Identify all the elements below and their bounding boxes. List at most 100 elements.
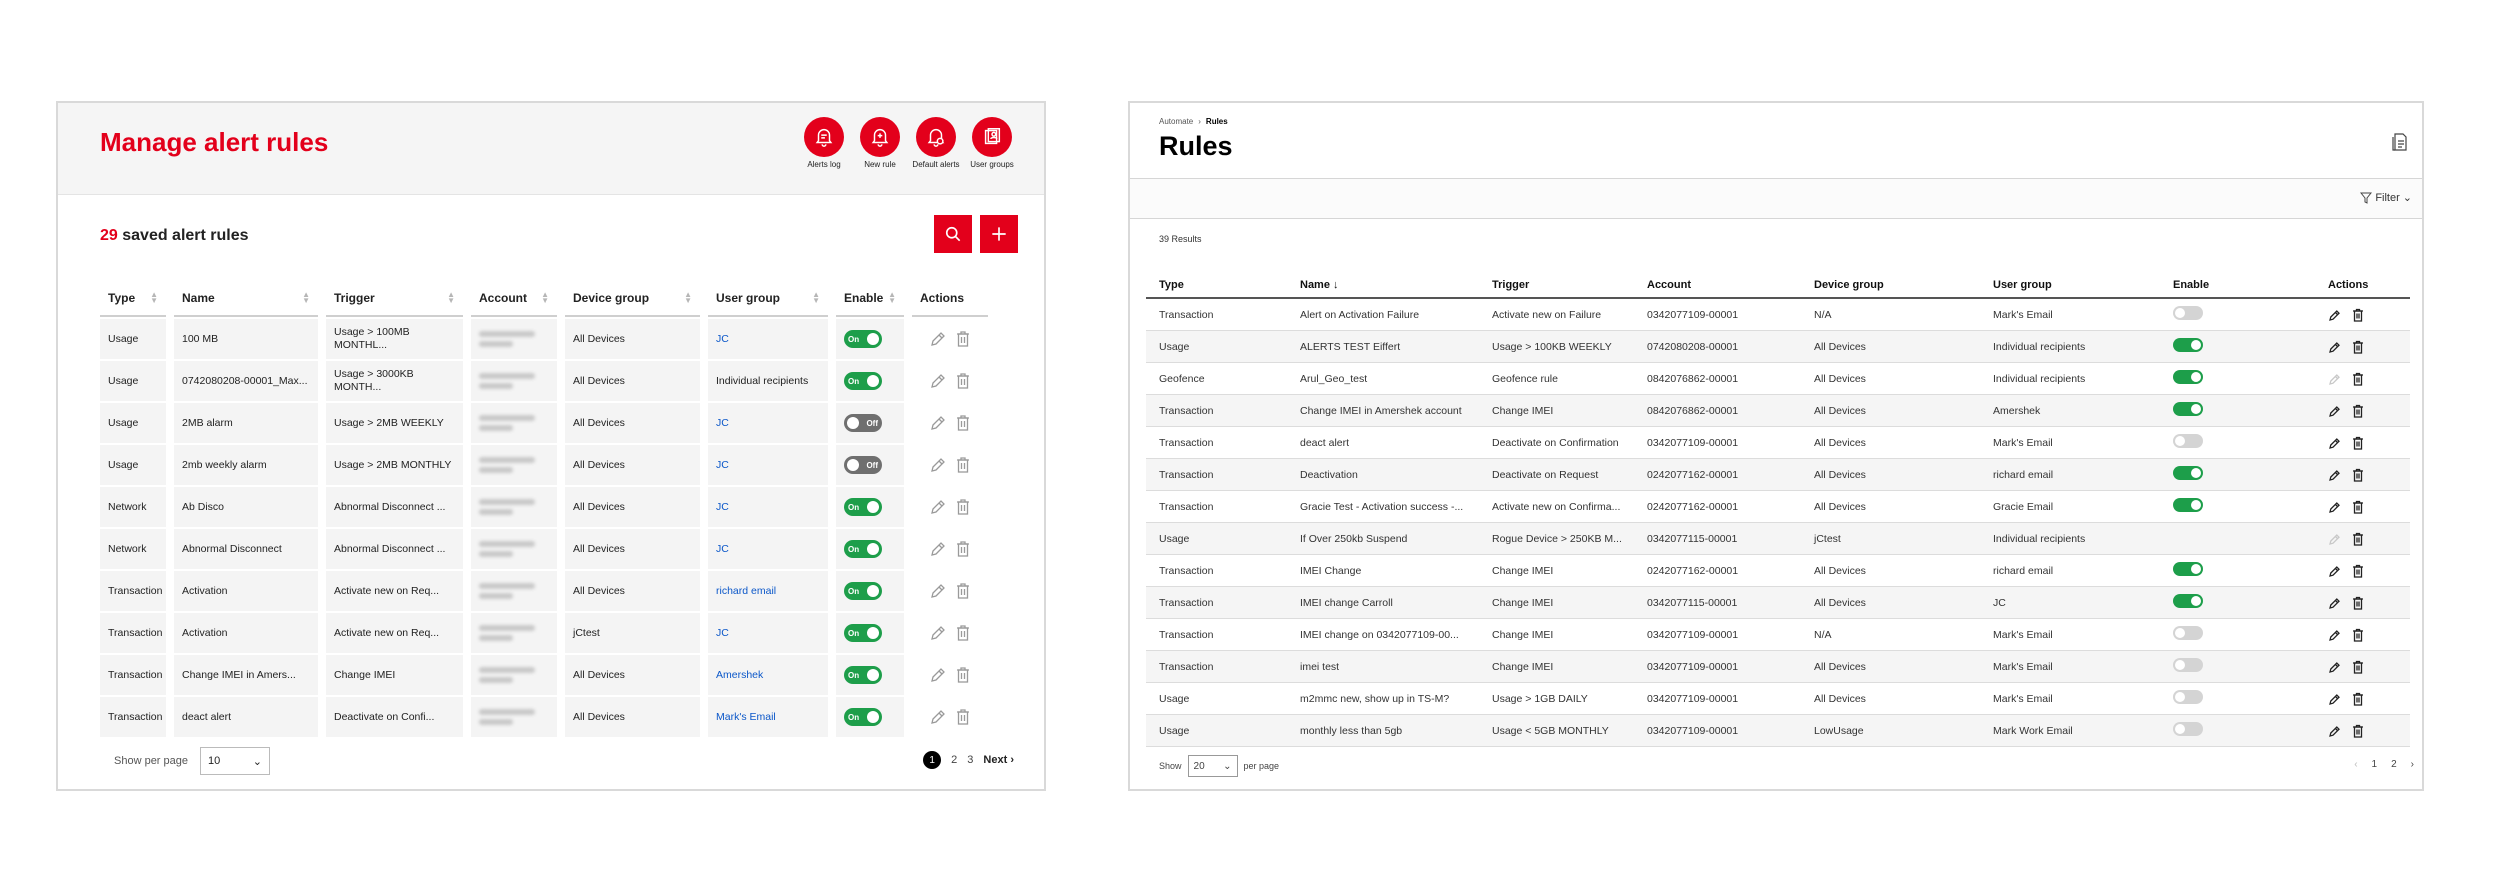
- user-group-link[interactable]: richard email: [716, 585, 776, 598]
- trash-icon[interactable]: [955, 708, 971, 726]
- default-alerts-button[interactable]: Default alerts: [908, 117, 964, 169]
- trash-icon[interactable]: [2352, 628, 2364, 642]
- column-header-name[interactable]: Name ▲ ▼: [174, 281, 318, 317]
- edit-icon[interactable]: [929, 624, 945, 642]
- document-icon[interactable]: [2392, 133, 2408, 151]
- page-1-button[interactable]: 1: [2372, 759, 2378, 770]
- trash-icon[interactable]: [2352, 500, 2364, 514]
- column-header-name[interactable]: Name ↓: [1287, 279, 1479, 291]
- enable-toggle[interactable]: On: [844, 582, 882, 600]
- table-row[interactable]: Geofence Arul_Geo_test Geofence rule 084207…: [1146, 363, 2410, 395]
- enable-toggle[interactable]: On: [844, 624, 882, 642]
- table-row[interactable]: Usage m2mmc new, show up in TS-M? Usage > …: [1146, 683, 2410, 715]
- enable-toggle[interactable]: On: [844, 708, 882, 726]
- enable-toggle[interactable]: [2173, 370, 2203, 384]
- column-header-enable[interactable]: Enable: [2160, 279, 2315, 291]
- column-header-user-group[interactable]: User group: [1980, 279, 2160, 291]
- enable-toggle[interactable]: [2173, 562, 2203, 576]
- edit-icon[interactable]: [2328, 468, 2340, 482]
- alerts-log-button[interactable]: Alerts log: [796, 117, 852, 169]
- table-row[interactable]: Transaction Deactivation Deactivate on Req…: [1146, 459, 2410, 491]
- trash-icon[interactable]: [955, 456, 971, 474]
- trash-icon[interactable]: [955, 414, 971, 432]
- edit-icon[interactable]: [929, 456, 945, 474]
- trash-icon[interactable]: [2352, 532, 2364, 546]
- trash-icon[interactable]: [2352, 724, 2364, 738]
- edit-icon[interactable]: [2328, 724, 2340, 738]
- table-row[interactable]: Transaction IMEI change Carroll Change IME…: [1146, 587, 2410, 619]
- table-row[interactable]: Usage ALERTS TEST Eiffert Usage > 100KB WE…: [1146, 331, 2410, 363]
- edit-icon[interactable]: [929, 666, 945, 684]
- page-2-button[interactable]: 2: [2391, 759, 2397, 770]
- enable-toggle[interactable]: [2173, 402, 2203, 416]
- enable-toggle[interactable]: [2173, 626, 2203, 640]
- add-rule-button[interactable]: [980, 215, 1018, 253]
- user-group-link[interactable]: JC: [716, 459, 729, 472]
- enable-toggle[interactable]: [2173, 722, 2203, 736]
- enable-toggle[interactable]: [2173, 690, 2203, 704]
- trash-icon[interactable]: [2352, 596, 2364, 610]
- edit-icon[interactable]: [2328, 660, 2340, 674]
- trash-icon[interactable]: [955, 624, 971, 642]
- new-rule-button[interactable]: New rule: [852, 117, 908, 169]
- enable-toggle[interactable]: On: [844, 540, 882, 558]
- breadcrumb-automate[interactable]: Automate: [1159, 117, 1193, 126]
- column-header-type[interactable]: Type: [1146, 279, 1287, 291]
- user-group-link[interactable]: JC: [716, 417, 729, 430]
- next-page-button[interactable]: ›: [2411, 759, 2414, 770]
- trash-icon[interactable]: [2352, 372, 2364, 386]
- edit-icon[interactable]: [929, 708, 945, 726]
- user-group-link[interactable]: JC: [716, 627, 729, 640]
- trash-icon[interactable]: [955, 582, 971, 600]
- user-group-link[interactable]: Amershek: [716, 669, 763, 682]
- enable-toggle[interactable]: [2173, 594, 2203, 608]
- page-1-button[interactable]: 1: [923, 751, 942, 769]
- page-3-button[interactable]: 3: [967, 754, 973, 766]
- user-group-link[interactable]: JC: [716, 543, 729, 556]
- enable-toggle[interactable]: On: [844, 666, 882, 684]
- edit-icon[interactable]: [929, 582, 945, 600]
- edit-icon[interactable]: [2328, 404, 2340, 418]
- per-page-select[interactable]: 20 ⌄: [1187, 755, 1238, 777]
- table-row[interactable]: Transaction Alert on Activation Failure Ac…: [1146, 299, 2410, 331]
- per-page-select[interactable]: 10 ⌄: [200, 747, 270, 775]
- table-row[interactable]: Transaction Change IMEI in Amershek accou…: [1146, 395, 2410, 427]
- table-row[interactable]: Transaction IMEI change on 0342077109-00.…: [1146, 619, 2410, 651]
- user-group-link[interactable]: Mark's Email: [716, 711, 776, 724]
- enable-toggle[interactable]: Off: [844, 414, 882, 432]
- enable-toggle[interactable]: [2173, 338, 2203, 352]
- trash-icon[interactable]: [2352, 404, 2364, 418]
- table-row[interactable]: Usage If Over 250kb Suspend Rogue Device >…: [1146, 523, 2410, 555]
- enable-toggle[interactable]: [2173, 498, 2203, 512]
- search-button[interactable]: [934, 215, 972, 253]
- trash-icon[interactable]: [2352, 340, 2364, 354]
- table-row[interactable]: Transaction imei test Change IMEI 034207710…: [1146, 651, 2410, 683]
- edit-icon[interactable]: [2328, 500, 2340, 514]
- enable-toggle[interactable]: [2173, 658, 2203, 672]
- edit-icon[interactable]: [929, 540, 945, 558]
- column-header-trigger[interactable]: Trigger ▲ ▼: [326, 281, 463, 317]
- trash-icon[interactable]: [955, 330, 971, 348]
- table-row[interactable]: Transaction deact alert Deactivate on Conf…: [1146, 427, 2410, 459]
- enable-toggle[interactable]: [2173, 306, 2203, 320]
- edit-icon[interactable]: [2328, 628, 2340, 642]
- trash-icon[interactable]: [955, 372, 971, 390]
- table-row[interactable]: Transaction IMEI Change Change IMEI 0242077…: [1146, 555, 2410, 587]
- column-header-user-group[interactable]: User group ▲ ▼: [708, 281, 828, 317]
- edit-icon[interactable]: [2328, 596, 2340, 610]
- edit-icon[interactable]: [2328, 340, 2340, 354]
- enable-toggle[interactable]: Off: [844, 456, 882, 474]
- user-group-link[interactable]: JC: [716, 501, 729, 514]
- edit-icon[interactable]: [929, 498, 945, 516]
- table-row[interactable]: Usage monthly less than 5gb Usage < 5GB MO…: [1146, 715, 2410, 747]
- edit-icon[interactable]: [2328, 692, 2340, 706]
- column-header-type[interactable]: Type ▲ ▼: [100, 281, 166, 317]
- edit-icon[interactable]: [2328, 564, 2340, 578]
- enable-toggle[interactable]: On: [844, 498, 882, 516]
- edit-icon[interactable]: [929, 372, 945, 390]
- next-page-button[interactable]: Next ›: [983, 754, 1014, 766]
- column-header-device-group[interactable]: Device group ▲ ▼: [565, 281, 700, 317]
- trash-icon[interactable]: [2352, 436, 2364, 450]
- edit-icon[interactable]: [2328, 372, 2340, 386]
- enable-toggle[interactable]: [2173, 466, 2203, 480]
